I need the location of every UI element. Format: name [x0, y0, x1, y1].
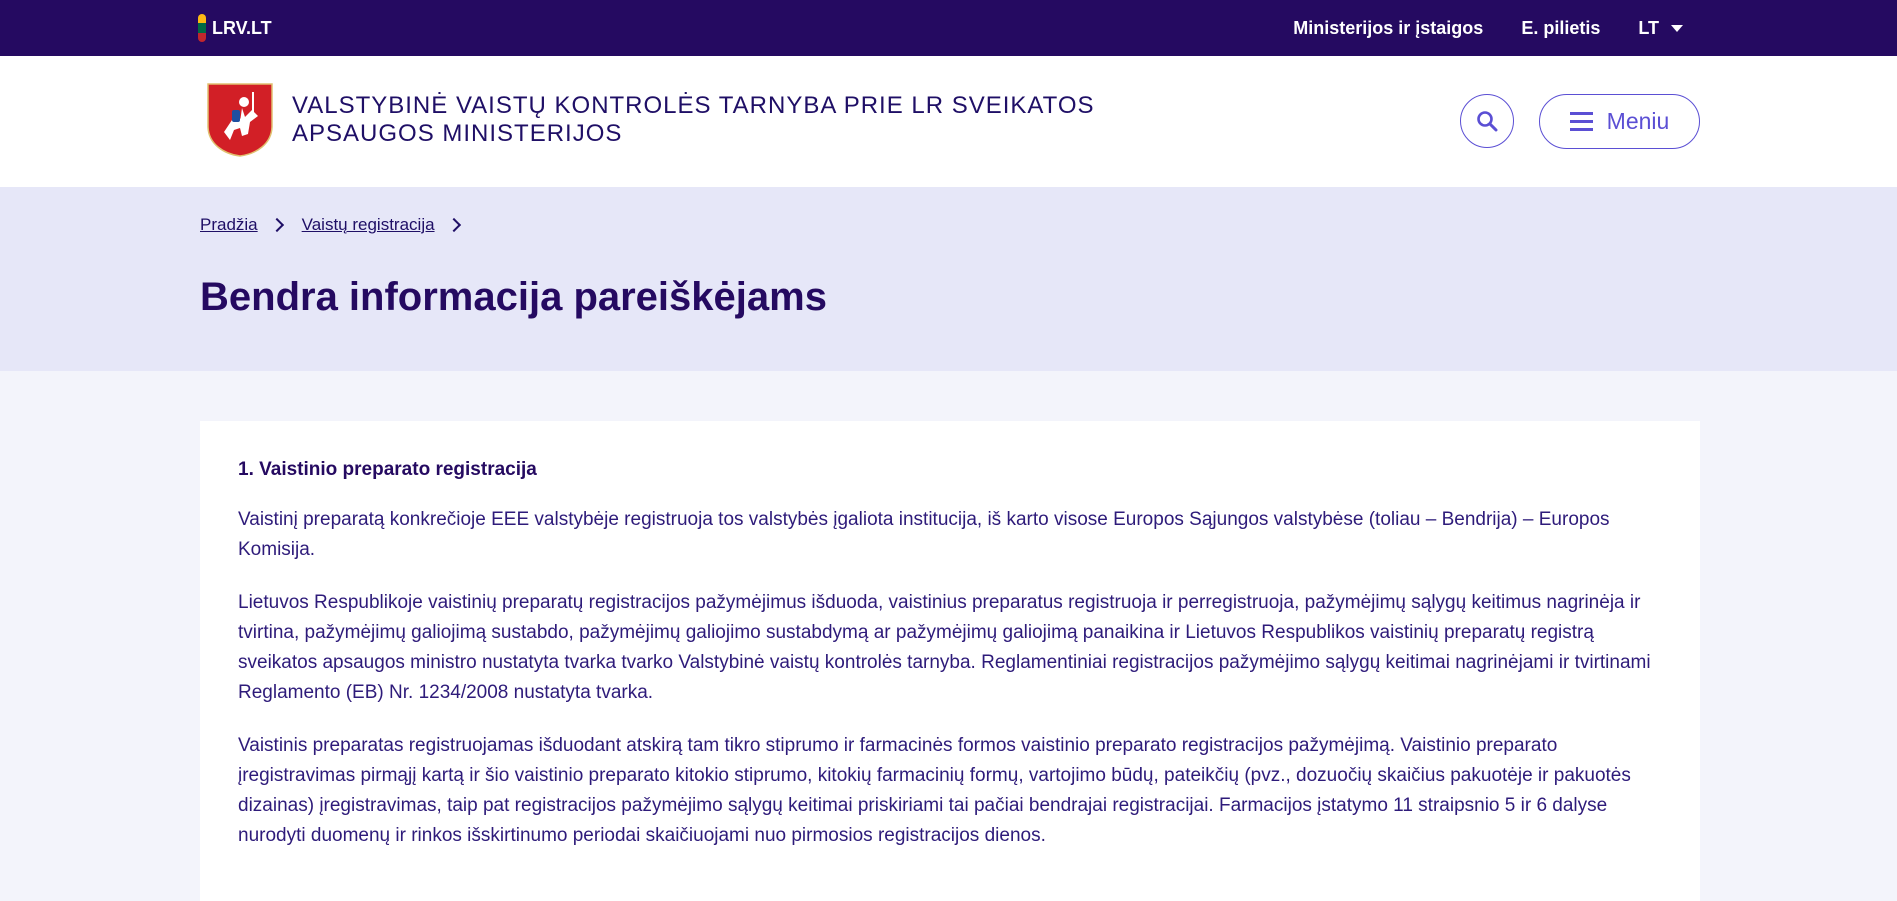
search-button[interactable] — [1460, 94, 1514, 148]
breadcrumb-home-link[interactable]: Pradžia — [200, 215, 258, 235]
language-label: LT — [1638, 17, 1659, 38]
section-title: 1. Vaistinio preparato registracija — [238, 459, 537, 480]
site-header: VALSTYBINĖ VAISTŲ KONTROLĖS TARNYBA PRIE… — [0, 56, 1897, 187]
paragraph: Lietuvos Respublikoje vaistinių preparat… — [238, 592, 1651, 703]
organization-name[interactable]: VALSTYBINĖ VAISTŲ KONTROLĖS TARNYBA PRIE… — [292, 92, 1192, 148]
content-card: 1. Vaistinio preparato registracija Vais… — [200, 421, 1700, 901]
paragraph: Vaistinis preparatas registruojamas išdu… — [238, 735, 1631, 846]
nav-epilietis-link[interactable]: E. pilietis — [1521, 18, 1600, 39]
caret-down-icon — [1671, 24, 1683, 32]
menu-button[interactable]: Meniu — [1539, 94, 1700, 149]
flag-icon — [198, 14, 206, 42]
hamburger-icon — [1569, 112, 1593, 131]
top-nav: Ministerijos ir įstaigos E. pilietis LT — [1293, 0, 1683, 56]
coat-of-arms-icon[interactable] — [206, 82, 274, 158]
page-banner: Pradžia Vaistų registracija Bendra infor… — [0, 187, 1897, 371]
nav-ministries-link[interactable]: Ministerijos ir įstaigos — [1293, 18, 1483, 39]
lrv-logo-link[interactable]: LRV.LT — [198, 12, 272, 44]
chevron-right-icon — [446, 217, 461, 233]
language-selector[interactable]: LT — [1638, 18, 1683, 39]
page-title: Bendra informacija pareiškėjams — [200, 275, 827, 319]
chevron-right-icon — [269, 217, 284, 233]
lrv-logo-text: LRV.LT — [212, 17, 272, 38]
paragraph: Vaistinį preparatą konkrečioje EEE valst… — [238, 509, 1610, 560]
menu-button-label: Meniu — [1606, 108, 1670, 134]
breadcrumb-drug-registration-link[interactable]: Vaistų registracija — [302, 215, 435, 235]
top-bar: LRV.LT Ministerijos ir įstaigos E. pilie… — [0, 0, 1897, 56]
search-icon — [1477, 111, 1498, 132]
breadcrumb: Pradžia Vaistų registracija — [200, 215, 465, 235]
